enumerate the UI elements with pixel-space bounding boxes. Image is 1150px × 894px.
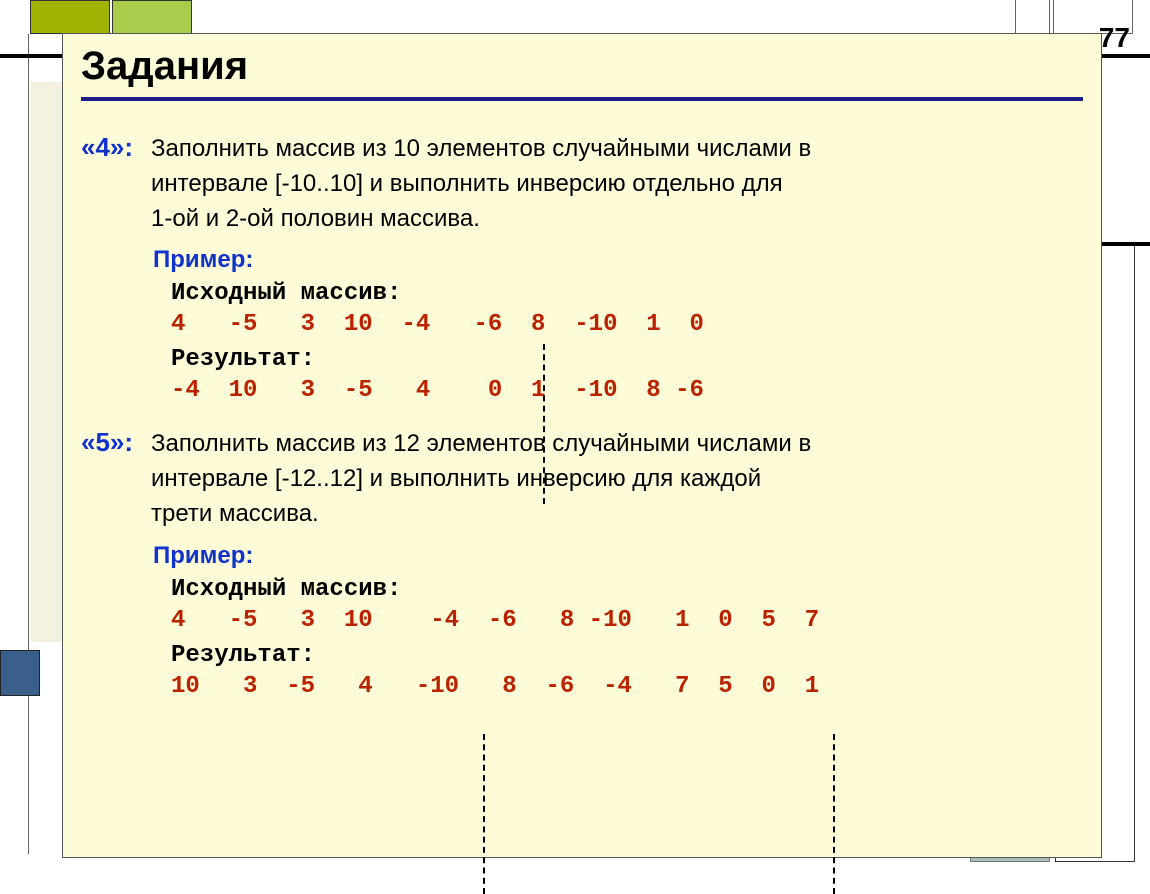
task-5-text-2: интервале [-12..12] и выполнить инверсию… xyxy=(81,462,1083,497)
task-4-text-2: интервале [-10..10] и выполнить инверсию… xyxy=(81,167,1083,202)
decor-block-gap xyxy=(1015,0,1050,34)
task-5-source-array: 4 -5 3 10 -4 -6 8 -10 1 0 5 7 xyxy=(171,607,1083,634)
page-number: 77 xyxy=(1099,22,1130,54)
task-4-source-array: 4 -5 3 10 -4 -6 8 -10 1 0 xyxy=(171,311,1083,338)
task-5-result-label: Результат: xyxy=(171,642,1083,669)
task-5-text-3: трети массива. xyxy=(81,497,1083,532)
grade-5-label: «5»: xyxy=(81,424,151,462)
task-4-result-array: -4 10 3 -5 4 0 1 -10 8 -6 xyxy=(171,377,1083,404)
decor-block-olive xyxy=(30,0,110,34)
decor-block-lime xyxy=(112,0,192,34)
task-4: «4»:Заполнить массив из 10 элементов слу… xyxy=(81,129,1083,404)
task-5-source-label: Исходный массив: xyxy=(171,576,1083,603)
decor-panel-left xyxy=(30,82,66,642)
grade-4-label: «4»: xyxy=(81,129,151,167)
separator-task-5-b xyxy=(833,734,835,894)
task-4-text-3: 1-ой и 2-ой половин массива. xyxy=(81,202,1083,237)
decor-block-blue-left xyxy=(0,650,40,696)
task-5-line-1: «5»:Заполнить массив из 12 элементов слу… xyxy=(81,424,1083,462)
task-5-result-array: 10 3 -5 4 -10 8 -6 -4 7 5 0 1 xyxy=(171,673,1083,700)
title-underline xyxy=(81,97,1083,101)
task-5: «5»:Заполнить массив из 12 элементов слу… xyxy=(81,424,1083,699)
task-4-line-1: «4»:Заполнить массив из 10 элементов слу… xyxy=(81,129,1083,167)
task-4-source-label: Исходный массив: xyxy=(171,280,1083,307)
slide-body: Задания «4»:Заполнить массив из 10 элеме… xyxy=(62,33,1102,858)
task-5-text-1: Заполнить массив из 12 элементов случайн… xyxy=(151,430,811,457)
separator-task-5-a xyxy=(483,734,485,894)
slide-title: Задания xyxy=(81,44,1083,89)
separator-task-4 xyxy=(543,344,545,504)
task-4-example-label: Пример: xyxy=(153,246,1083,274)
task-4-result-label: Результат: xyxy=(171,346,1083,373)
task-4-text-1: Заполнить массив из 10 элементов случайн… xyxy=(151,135,811,162)
task-5-example-label: Пример: xyxy=(153,542,1083,570)
